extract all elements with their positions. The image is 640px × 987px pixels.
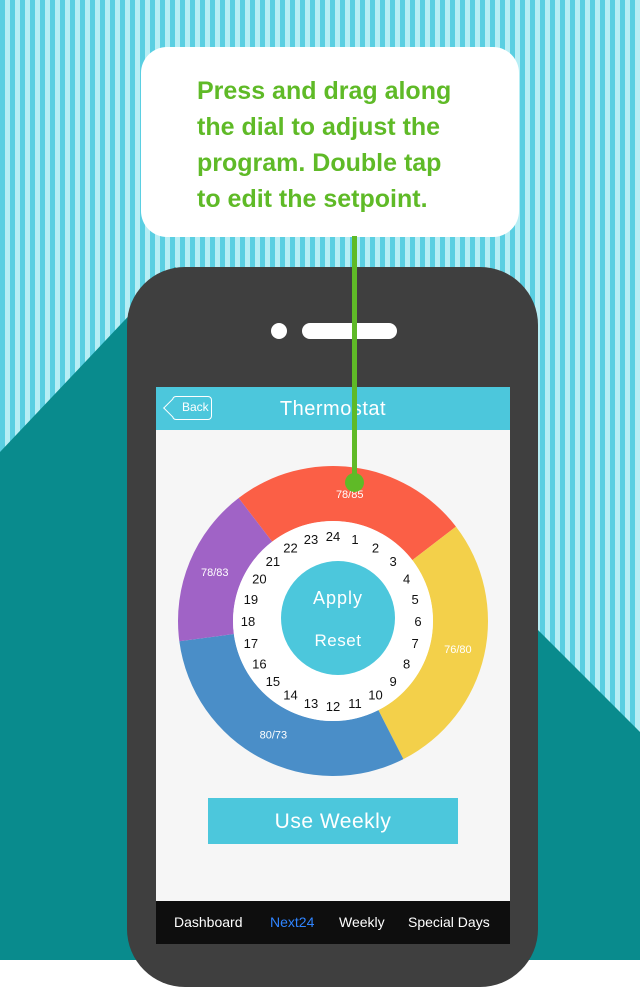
- thermostat-dial[interactable]: 78/8576/8080/7378/83 1234567891011121314…: [156, 430, 510, 780]
- tab-dashboard[interactable]: Dashboard: [174, 901, 243, 944]
- tab-next24[interactable]: Next24: [270, 901, 314, 944]
- hour-tick-label: 7: [411, 636, 418, 651]
- camera-dot: [271, 323, 287, 339]
- hour-tick-label: 19: [244, 592, 258, 607]
- hour-tick-label: 4: [403, 572, 410, 587]
- hour-tick-label: 12: [326, 699, 340, 714]
- hour-tick-label: 14: [283, 688, 297, 703]
- hour-tick-label: 8: [403, 657, 410, 672]
- use-weekly-button[interactable]: Use Weekly: [208, 798, 458, 844]
- hour-tick-label: 6: [414, 614, 421, 629]
- hour-tick-label: 1: [351, 532, 358, 547]
- instruction-text: Press and drag along the dial to adjust …: [197, 77, 452, 213]
- segment-setpoint-label: 78/83: [201, 567, 229, 579]
- hour-tick-label: 11: [348, 696, 362, 711]
- reset-button-label[interactable]: Reset: [315, 631, 362, 650]
- apply-button-label[interactable]: Apply: [313, 588, 363, 608]
- speaker-slot: [302, 323, 397, 339]
- instruction-callout: Press and drag along the dial to adjust …: [141, 47, 519, 237]
- hour-tick-label: 17: [244, 636, 258, 651]
- hour-tick-label: 9: [389, 674, 396, 689]
- hour-tick-label: 18: [241, 614, 255, 629]
- hour-tick-label: 16: [252, 657, 266, 672]
- tab-bar: Dashboard Next24 Weekly Special Days: [156, 901, 510, 944]
- segment-setpoint-label: 80/73: [260, 729, 288, 741]
- hour-tick-label: 3: [389, 554, 396, 569]
- hour-tick-label: 24: [326, 529, 340, 544]
- hour-tick-label: 22: [283, 540, 297, 555]
- nav-bar: Back Thermostat: [156, 387, 510, 430]
- tab-special-days[interactable]: Special Days: [408, 901, 490, 944]
- page-title: Thermostat: [279, 398, 387, 420]
- hour-tick-label: 2: [372, 540, 379, 555]
- drag-handle-dot[interactable]: [345, 473, 364, 492]
- hour-tick-label: 5: [411, 592, 418, 607]
- hour-tick-label: 20: [252, 572, 266, 587]
- hour-tick-label: 15: [266, 674, 280, 689]
- callout-pointer-line: [352, 236, 357, 483]
- hour-tick-label: 21: [266, 554, 280, 569]
- apply-reset-button[interactable]: [281, 561, 395, 675]
- hour-tick-label: 13: [304, 696, 318, 711]
- tab-weekly[interactable]: Weekly: [339, 901, 385, 944]
- hour-tick-label: 23: [304, 532, 318, 547]
- hour-tick-label: 10: [368, 688, 382, 703]
- phone-screen: Back Thermostat 78/85 76/80 80/73 78/83 123…: [156, 387, 510, 944]
- segment-setpoint-label: 76/80: [444, 644, 472, 656]
